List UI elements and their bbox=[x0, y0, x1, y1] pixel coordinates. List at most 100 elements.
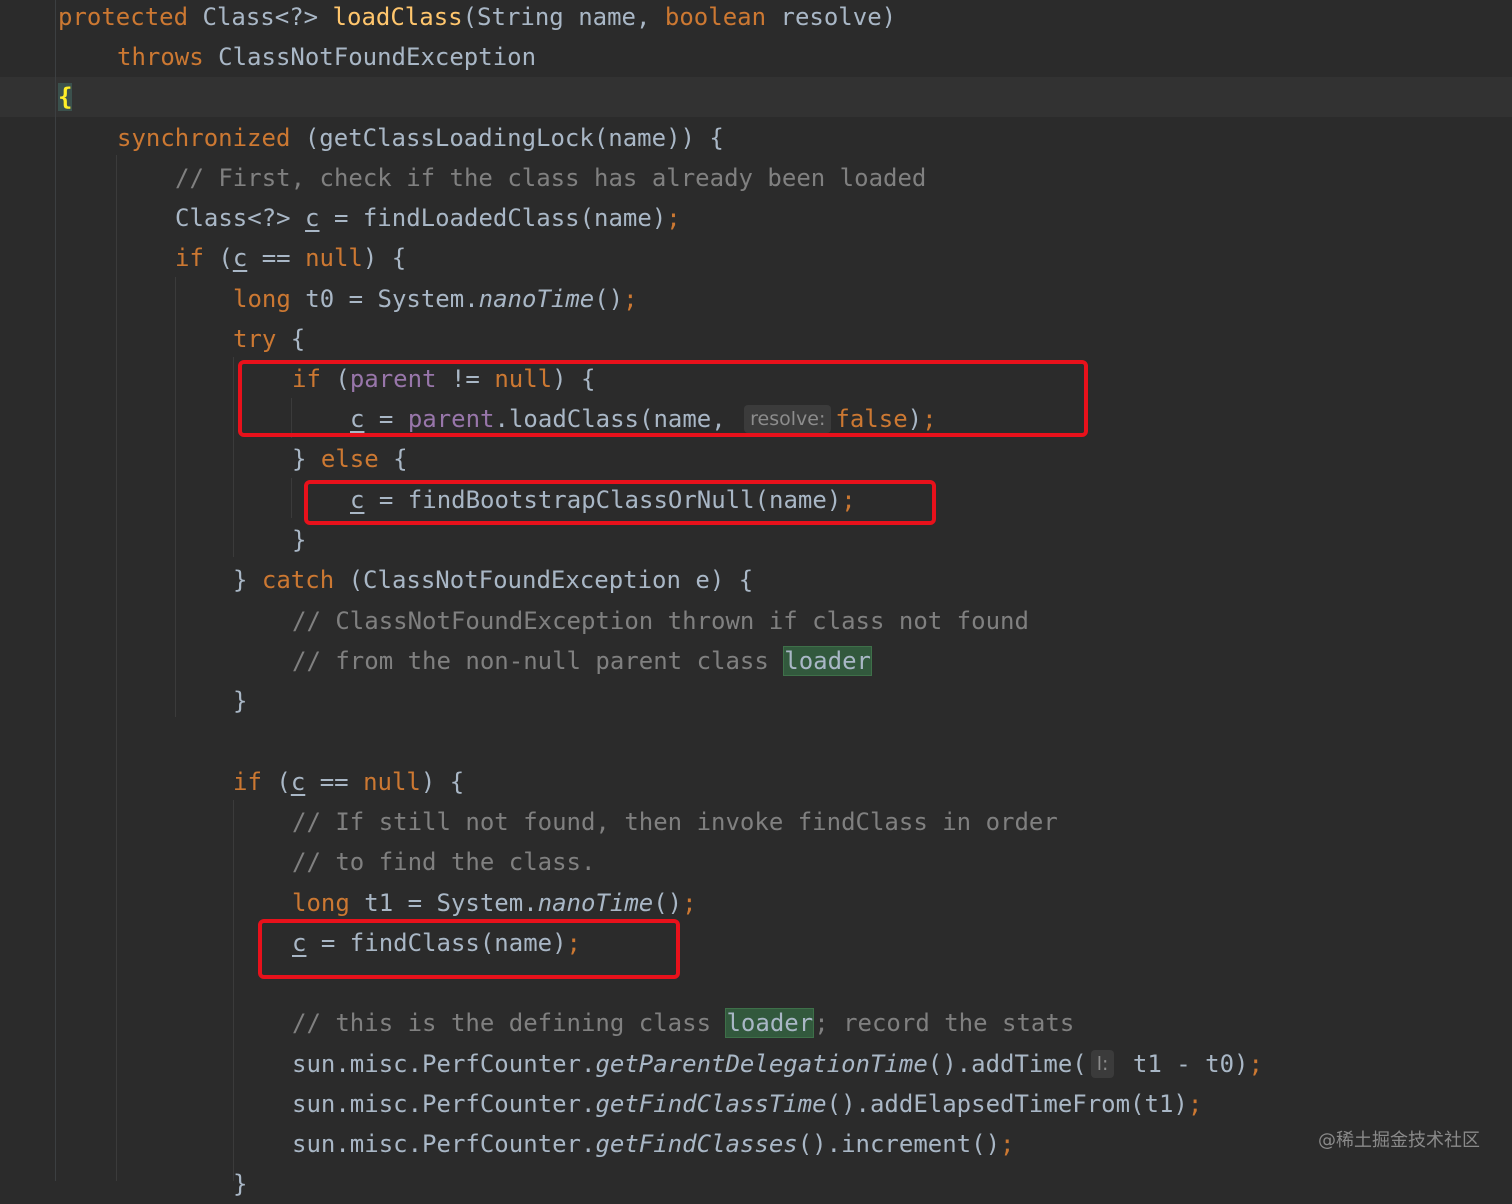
semicolon: ; bbox=[1000, 1130, 1015, 1158]
keyword: catch bbox=[261, 566, 335, 594]
code-line-3[interactable]: { bbox=[58, 77, 73, 117]
keyword: if bbox=[233, 768, 262, 796]
code-text: t1 - t0) bbox=[1118, 1050, 1249, 1078]
code-text: } bbox=[233, 566, 262, 594]
highlight-box-parent-delegation bbox=[238, 360, 1088, 437]
static-method: getParentDelegationTime bbox=[595, 1050, 928, 1078]
code-line-19[interactable]: if (c == null) { bbox=[233, 762, 464, 802]
code-editor[interactable]: protected Class<?> loadClass(String name… bbox=[0, 0, 1512, 1198]
comment: // First, check if the class has already… bbox=[175, 164, 927, 192]
code-line-7[interactable]: if (c == null) { bbox=[175, 238, 406, 278]
current-line-highlight bbox=[0, 77, 1512, 117]
variable: c bbox=[232, 244, 248, 272]
code-text: () bbox=[594, 285, 624, 313]
indent-guide bbox=[233, 800, 234, 1181]
code-text: { bbox=[276, 325, 306, 353]
code-text: (String name, bbox=[462, 3, 665, 31]
code-text: t1 = System. bbox=[349, 889, 538, 917]
search-match: loader bbox=[725, 1008, 815, 1038]
code-line-14[interactable]: } bbox=[292, 520, 306, 560]
code-line-24[interactable]: // this is the defining class loader; re… bbox=[292, 1003, 1074, 1043]
highlight-box-bootstrap bbox=[304, 480, 936, 525]
keyword: throws bbox=[117, 43, 204, 71]
code-text: sun.misc.PerfCounter. bbox=[292, 1050, 596, 1078]
gutter-divider bbox=[55, 0, 56, 1181]
code-text: } bbox=[292, 526, 307, 554]
keyword: synchronized bbox=[117, 124, 291, 152]
semicolon: ; bbox=[1248, 1050, 1263, 1078]
static-method: nanoTime bbox=[537, 889, 654, 917]
indent-guide bbox=[175, 277, 176, 717]
keyword: try bbox=[233, 325, 277, 353]
code-line-21[interactable]: // to find the class. bbox=[292, 842, 595, 882]
parameter-hint: l: bbox=[1090, 1050, 1115, 1078]
code-line-15[interactable]: } catch (ClassNotFoundException e) { bbox=[233, 560, 753, 600]
static-method: getFindClassTime bbox=[595, 1090, 827, 1118]
semicolon: ; bbox=[666, 204, 681, 232]
code-text: } bbox=[233, 687, 248, 715]
code-text: } bbox=[292, 445, 321, 473]
semicolon: ; bbox=[682, 889, 697, 917]
keyword: long bbox=[233, 285, 291, 313]
variable: c bbox=[290, 768, 306, 796]
static-method: getFindClasses bbox=[595, 1130, 798, 1158]
indent-guide bbox=[116, 155, 117, 1181]
code-line-5[interactable]: // First, check if the class has already… bbox=[175, 158, 926, 198]
keyword: null bbox=[305, 244, 363, 272]
code-text: ().increment() bbox=[797, 1130, 1001, 1158]
search-match: loader bbox=[783, 646, 872, 676]
code-line-20[interactable]: // If still not found, then invoke findC… bbox=[292, 802, 1058, 842]
code-line-12[interactable]: } else { bbox=[292, 439, 408, 479]
indent-guide bbox=[291, 478, 292, 518]
code-line-1[interactable]: protected Class<?> loadClass(String name… bbox=[58, 0, 896, 37]
code-text: ClassNotFoundException bbox=[203, 43, 537, 71]
code-text: () bbox=[653, 889, 683, 917]
code-text: ( bbox=[261, 768, 291, 796]
code-text: Class<?> bbox=[188, 3, 333, 31]
code-line-9[interactable]: try { bbox=[233, 319, 305, 359]
code-line-17[interactable]: // from the non-null parent class loader bbox=[292, 641, 872, 681]
code-text: t0 = System. bbox=[290, 285, 479, 313]
keyword: protected bbox=[58, 3, 189, 31]
code-line-25[interactable]: sun.misc.PerfCounter.getParentDelegation… bbox=[292, 1044, 1263, 1084]
comment: // ClassNotFoundException thrown if clas… bbox=[292, 607, 1029, 635]
variable: c bbox=[305, 204, 320, 232]
code-text: resolve) bbox=[766, 3, 897, 31]
keyword: null bbox=[363, 768, 421, 796]
code-text: { bbox=[378, 445, 408, 473]
code-text: (ClassNotFoundException e) { bbox=[334, 566, 754, 594]
static-method: nanoTime bbox=[478, 285, 595, 313]
keyword: if bbox=[175, 244, 204, 272]
keyword: else bbox=[320, 445, 379, 473]
keyword: long bbox=[292, 889, 350, 917]
code-line-27[interactable]: sun.misc.PerfCounter.getFindClasses().in… bbox=[292, 1124, 1014, 1164]
code-line-6[interactable]: Class<?> c = findLoadedClass(name); bbox=[175, 198, 681, 238]
indent-guide bbox=[233, 357, 234, 557]
comment: // from the non-null parent class bbox=[292, 647, 784, 675]
code-text: } bbox=[233, 1170, 248, 1198]
semicolon: ; bbox=[623, 285, 638, 313]
code-line-8[interactable]: long t0 = System.nanoTime(); bbox=[233, 279, 638, 319]
code-line-26[interactable]: sun.misc.PerfCounter.getFindClassTime().… bbox=[292, 1084, 1202, 1124]
code-line-2[interactable]: throws ClassNotFoundException bbox=[117, 37, 536, 77]
code-text: = findLoadedClass(name) bbox=[319, 204, 667, 232]
code-line-28[interactable]: } bbox=[233, 1164, 247, 1204]
code-line-22[interactable]: long t1 = System.nanoTime(); bbox=[292, 883, 697, 923]
code-text: ) { bbox=[362, 244, 407, 272]
code-line-4[interactable]: synchronized (getClassLoadingLock(name))… bbox=[117, 118, 724, 158]
code-text: ().addElapsedTimeFrom(t1) bbox=[826, 1090, 1188, 1118]
code-text: ().addTime( bbox=[927, 1050, 1087, 1078]
comment: // If still not found, then invoke findC… bbox=[292, 808, 1058, 836]
code-text: Class<?> bbox=[175, 204, 306, 232]
code-text: == bbox=[247, 244, 306, 272]
code-line-18[interactable]: } bbox=[233, 681, 247, 721]
code-text: ( bbox=[203, 244, 233, 272]
watermark: @稀土掘金技术社区 bbox=[1318, 1130, 1480, 1151]
comment: ; record the stats bbox=[814, 1009, 1075, 1037]
code-text: sun.misc.PerfCounter. bbox=[292, 1130, 596, 1158]
code-line-16[interactable]: // ClassNotFoundException thrown if clas… bbox=[292, 601, 1029, 641]
comment: // to find the class. bbox=[292, 848, 596, 876]
method-name: loadClass bbox=[332, 3, 463, 31]
code-text: == bbox=[305, 768, 364, 796]
keyword: boolean bbox=[664, 3, 767, 31]
